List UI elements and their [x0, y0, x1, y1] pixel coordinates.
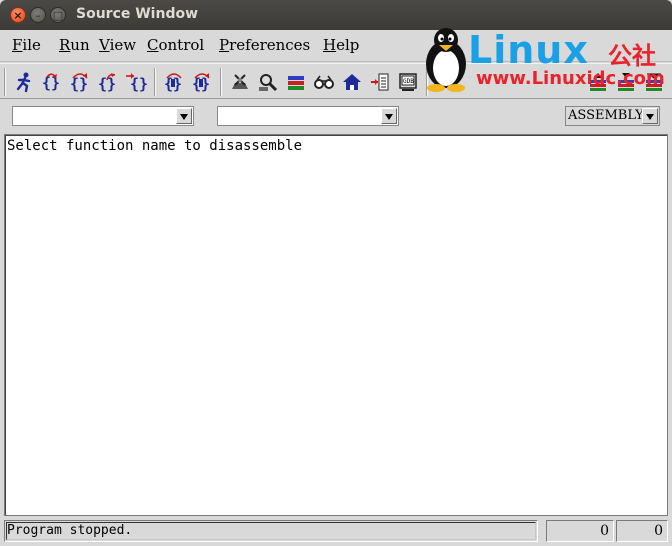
watermark-brand: Linux: [468, 28, 589, 72]
penguin-icon: [426, 28, 466, 92]
chevron-down-icon[interactable]: [381, 108, 397, 124]
watch-button[interactable]: [312, 70, 336, 94]
status-message: Program stopped.: [7, 523, 133, 538]
memory-button[interactable]: [256, 70, 280, 94]
menu-preferences[interactable]: Preferences: [219, 36, 310, 54]
console-icon: GDB: [399, 73, 417, 91]
source-view[interactable]: Select function name to disassemble: [4, 134, 668, 516]
run-icon: [16, 72, 31, 93]
home-button[interactable]: [340, 70, 364, 94]
stack-icon: [288, 76, 304, 90]
home-icon: [343, 74, 361, 90]
finish-icon: {}: [98, 73, 116, 93]
console-button[interactable]: GDB: [396, 70, 420, 94]
goto-icon: [371, 73, 389, 91]
step-icon: {}: [42, 73, 60, 92]
nexti-icon: {}: [192, 73, 210, 93]
menu-file[interactable]: File: [12, 36, 41, 54]
stack-button[interactable]: [284, 70, 308, 94]
window-maximize-button[interactable]: □: [50, 7, 66, 23]
stepi-icon: {}: [164, 73, 182, 93]
watch-icon: [314, 75, 334, 89]
continue-icon: {}: [126, 73, 147, 93]
menu-help[interactable]: Help: [323, 36, 359, 54]
menu-run[interactable]: Run: [59, 36, 90, 54]
registers-icon: [232, 74, 248, 89]
window-title: Source Window: [76, 6, 199, 22]
finish-button[interactable]: {}: [96, 70, 120, 94]
next-icon: {}: [70, 73, 88, 93]
svg-text:{}: {}: [130, 75, 147, 93]
mode-combobox[interactable]: ASSEMBLY: [565, 106, 660, 126]
toolbar-separator: [220, 68, 222, 96]
file-combobox[interactable]: [12, 106, 194, 126]
status-counter-1: 0: [546, 520, 614, 542]
run-button[interactable]: [12, 70, 36, 94]
status-bar: Program stopped. 0 0: [0, 518, 672, 546]
nexti-button[interactable]: {}: [190, 70, 214, 94]
registers-button[interactable]: [228, 70, 252, 94]
source-message: Select function name to disassemble: [7, 138, 303, 154]
goto-button[interactable]: [368, 70, 392, 94]
watermark-url: www.Linuxidc.com: [476, 68, 665, 89]
chevron-down-icon[interactable]: [642, 108, 658, 124]
continue-button[interactable]: {}: [124, 70, 148, 94]
status-message-box: Program stopped.: [4, 520, 538, 542]
menu-view[interactable]: View: [99, 36, 136, 54]
memory-icon: [259, 74, 278, 92]
watermark-brand-cn: 公社: [608, 42, 656, 70]
selector-row: ASSEMBLY: [0, 100, 672, 132]
window-minimize-button[interactable]: –: [30, 7, 46, 23]
next-button[interactable]: {}: [68, 70, 92, 94]
status-counter-2: 0: [616, 520, 668, 542]
function-combobox[interactable]: [217, 106, 399, 126]
step-button[interactable]: {}: [40, 70, 64, 94]
mode-combobox-value: ASSEMBLY: [568, 108, 644, 123]
toolbar-separator: [4, 68, 6, 96]
menu-control[interactable]: Control: [147, 36, 204, 54]
chevron-down-icon[interactable]: [176, 108, 192, 124]
stepi-button[interactable]: {}: [162, 70, 186, 94]
window-close-button[interactable]: ×: [10, 7, 26, 23]
watermark-logo: Linux 公社 www.Linuxidc.com: [418, 26, 672, 96]
svg-text:{}: {}: [42, 74, 60, 92]
toolbar-separator: [154, 68, 156, 96]
svg-text:GDB: GDB: [403, 78, 414, 85]
